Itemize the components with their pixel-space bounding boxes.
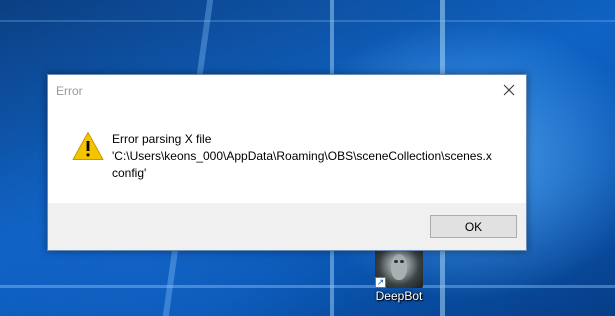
- message-line: 'C:\Users\keons_000\AppData\Roaming\OBS\…: [112, 149, 492, 163]
- deepbot-face: [391, 254, 407, 280]
- deepbot-eye: [394, 260, 398, 263]
- warning-icon: [72, 132, 104, 160]
- dialog-footer: OK: [48, 203, 526, 250]
- dialog-title: Error: [56, 84, 83, 98]
- close-button[interactable]: [492, 75, 526, 105]
- error-message: Error parsing X file 'C:\Users\keons_000…: [112, 131, 512, 182]
- message-line: Error parsing X file: [112, 132, 212, 146]
- deepbot-eye: [400, 260, 404, 263]
- error-dialog: Error Error parsing X file 'C:\Users\keo…: [47, 74, 527, 251]
- ok-button[interactable]: OK: [430, 215, 517, 238]
- close-icon: [503, 84, 515, 96]
- shortcut-label: DeepBot: [375, 289, 423, 303]
- wallpaper-beam: [0, 285, 615, 288]
- dialog-content: Error parsing X file 'C:\Users\keons_000…: [48, 105, 526, 203]
- message-line: config': [112, 166, 147, 180]
- shortcut-arrow-icon: ↗: [375, 277, 386, 288]
- dialog-titlebar[interactable]: Error: [48, 75, 526, 105]
- desktop-shortcut-deepbot[interactable]: ↗ DeepBot: [366, 246, 432, 306]
- wallpaper-beam: [0, 20, 615, 22]
